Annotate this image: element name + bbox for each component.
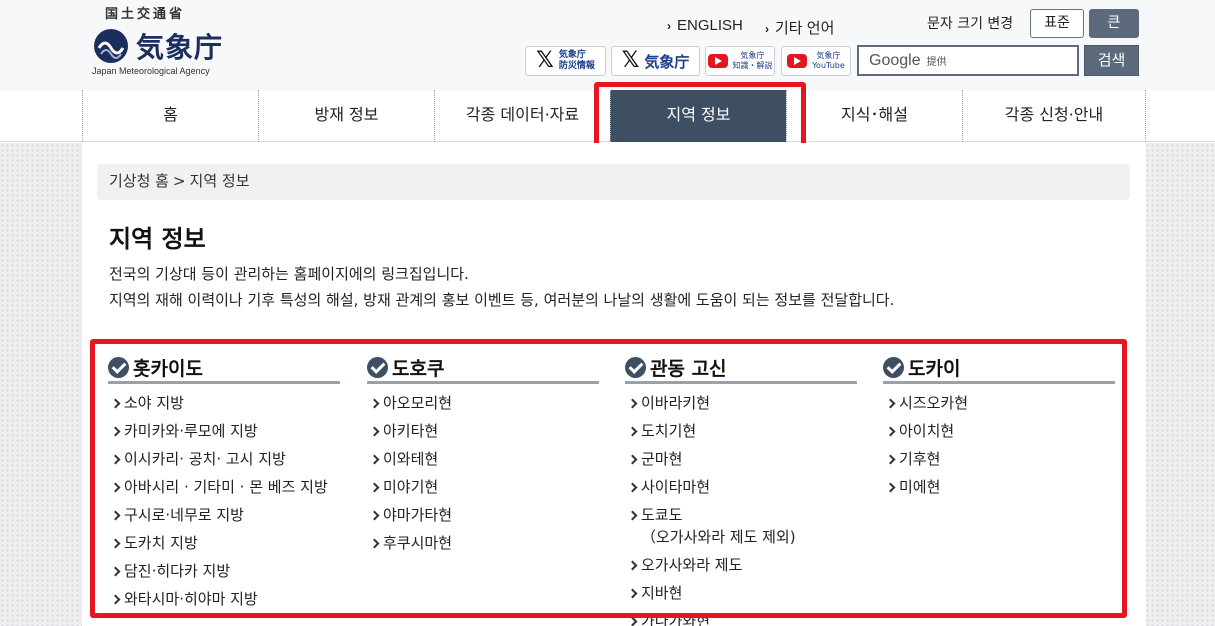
- region-link[interactable]: 도카치 지방: [108, 532, 340, 554]
- region-link[interactable]: 이와테현: [367, 448, 599, 470]
- breadcrumb-current: 지역 정보: [189, 172, 250, 190]
- nav-item-home[interactable]: 홈: [82, 90, 258, 142]
- youtube-knowledge-link[interactable]: 気象庁 知識・解説: [705, 46, 775, 76]
- region-link[interactable]: 기후현: [883, 448, 1115, 470]
- region-title: 도호쿠: [392, 358, 445, 380]
- logo-title[interactable]: 気象庁: [136, 26, 223, 66]
- region-link[interactable]: 미야기현: [367, 476, 599, 498]
- region-tokai: 도카이 시즈오카현 아이치현 기후현 미에현: [883, 354, 1115, 504]
- region-link[interactable]: 야마가타현: [367, 504, 599, 526]
- site-header: 国土交通省 気象庁 Japan Meteorological Agency › E…: [0, 0, 1215, 90]
- logo-english: Japan Meteorological Agency: [92, 66, 210, 76]
- font-size-label: 문자 크기 변경: [927, 16, 1014, 32]
- page-title: 지역 정보: [109, 225, 206, 253]
- region-title: 홋카이도: [133, 358, 203, 380]
- english-link[interactable]: › ENGLISH: [667, 17, 743, 34]
- logo-ministry: 国土交通省: [105, 7, 186, 22]
- region-link[interactable]: 아바시리 · 기타미 · 몬 베즈 지방: [108, 476, 340, 498]
- region-link[interactable]: 아키타현: [367, 420, 599, 442]
- google-logo: Google: [869, 51, 921, 69]
- nav-item-regional-info[interactable]: 지역 정보: [610, 90, 786, 142]
- region-title: 관동 고신: [650, 358, 727, 380]
- breadcrumb-separator: >: [172, 172, 186, 190]
- region-kanto-koshin: 관동 고신 이바라키현 도치기현 군마현 사이타마현 도쿄도 （오가사와라 제도…: [625, 354, 857, 626]
- region-link[interactable]: 소야 지방: [108, 392, 340, 414]
- region-link[interactable]: 구시로·네무로 지방: [108, 504, 340, 526]
- check-circle-icon: [108, 357, 129, 378]
- region-title: 도카이: [908, 358, 961, 380]
- breadcrumb-home-link[interactable]: 기상청 홈: [109, 172, 169, 190]
- region-link[interactable]: 후쿠시마현: [367, 532, 599, 554]
- region-link[interactable]: 가나가와현: [625, 610, 857, 626]
- x-logo-icon: 𝕏: [536, 48, 554, 73]
- region-hokkaido: 홋카이도 소야 지방 카미카와·루모에 지방 이시카리· 공치· 고시 지방 아…: [108, 354, 340, 616]
- region-link[interactable]: 오가사와라 제도: [625, 554, 857, 576]
- region-link[interactable]: 담진·히다카 지방: [108, 560, 340, 582]
- region-link[interactable]: 미에현: [883, 476, 1115, 498]
- search-input[interactable]: Google 提供: [857, 45, 1079, 76]
- x-disaster-info-link[interactable]: 𝕏 気象庁 防災情報: [525, 46, 606, 76]
- nav-item-disaster-info[interactable]: 방재 정보: [258, 90, 434, 142]
- intro-text-1: 전국의 기상대 등이 관리하는 홈페이지에의 링크집입니다.: [109, 265, 469, 283]
- jma-logo-icon[interactable]: [93, 28, 129, 64]
- font-size-standard-button[interactable]: 표준: [1030, 9, 1084, 38]
- x-logo-icon: 𝕏: [621, 48, 640, 73]
- region-link[interactable]: 사이타마현: [625, 476, 857, 498]
- region-link[interactable]: 이바라키현: [625, 392, 857, 414]
- breadcrumb: 기상청 홈 > 지역 정보: [97, 164, 1130, 200]
- x-jma-link[interactable]: 𝕏 気象庁: [611, 46, 700, 76]
- region-link-list: 이바라키현 도치기현 군마현 사이타마현 도쿄도 （오가사와라 제도 제외) 오…: [625, 392, 857, 626]
- chevron-right-icon: ›: [765, 22, 769, 36]
- other-language-link[interactable]: › 기타 언어: [765, 17, 834, 38]
- search-button[interactable]: 검색: [1084, 45, 1139, 76]
- check-circle-icon: [625, 357, 646, 378]
- region-link[interactable]: 카미카와·루모에 지방: [108, 420, 340, 442]
- region-link[interactable]: 이시카리· 공치· 고시 지방: [108, 448, 340, 470]
- region-link[interactable]: 군마현: [625, 448, 857, 470]
- region-link[interactable]: 도쿄도 （오가사와라 제도 제외): [625, 504, 857, 548]
- region-link[interactable]: 시즈오카현: [883, 392, 1115, 414]
- region-link[interactable]: 아오모리현: [367, 392, 599, 414]
- region-link[interactable]: 지바현: [625, 582, 857, 604]
- font-size-large-button[interactable]: 큰: [1089, 9, 1139, 38]
- check-circle-icon: [883, 357, 904, 378]
- intro-text-2: 지역의 재해 이력이나 기후 특성의 해설, 방재 관계의 홍보 이벤트 등, …: [109, 291, 895, 309]
- youtube-icon: [787, 54, 808, 68]
- check-circle-icon: [367, 357, 388, 378]
- region-link[interactable]: 와타시마·히야마 지방: [108, 588, 340, 610]
- region-link[interactable]: 아이치현: [883, 420, 1115, 442]
- region-tohoku: 도호쿠 아오모리현 아키타현 이와테현 미야기현 야마가타현 후쿠시마현: [367, 354, 599, 560]
- nav-item-applications[interactable]: 각종 신청·안내: [962, 90, 1146, 142]
- youtube-icon: [707, 54, 728, 68]
- region-link[interactable]: 도치기현: [625, 420, 857, 442]
- region-link-list: 소야 지방 카미카와·루모에 지방 이시카리· 공치· 고시 지방 아바시리 ·…: [108, 392, 340, 610]
- search-provided-label: 提供: [926, 57, 947, 68]
- chevron-right-icon: ›: [667, 19, 671, 33]
- global-nav: 홈 방재 정보 각종 데이터·자료 지역 정보 지식･해설 각종 신청·안내: [0, 90, 1215, 142]
- nav-item-knowledge[interactable]: 지식･해설: [786, 90, 962, 142]
- nav-item-data[interactable]: 각종 데이터·자료: [434, 90, 610, 142]
- region-link-list: 아오모리현 아키타현 이와테현 미야기현 야마가타현 후쿠시마현: [367, 392, 599, 554]
- region-link-list: 시즈오카현 아이치현 기후현 미에현: [883, 392, 1115, 498]
- youtube-jma-link[interactable]: 気象庁 YouTube: [781, 46, 851, 76]
